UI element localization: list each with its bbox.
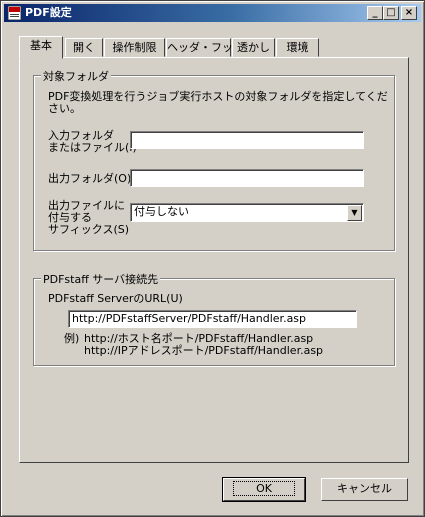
server-group-title: PDFstaff サーバ接続先: [41, 271, 161, 287]
input-folder-field[interactable]: [130, 131, 364, 149]
dialog-window: PDF設定 _ □ × 基本 開く 操作制限 ヘッダ・フッタ 透かし 環境 対象…: [0, 0, 425, 517]
title-bar[interactable]: PDF設定 _ □ ×: [4, 4, 421, 22]
target-folder-description-2: さい。: [48, 102, 81, 115]
output-folder-label: 出力フォルダ(O): [48, 172, 132, 185]
cancel-button[interactable]: キャンセル: [321, 478, 408, 501]
tab-basic[interactable]: 基本: [19, 36, 63, 59]
tab-restrictions[interactable]: 操作制限: [104, 38, 165, 57]
ok-button-label: OK: [233, 481, 295, 496]
tab-watermark[interactable]: 透かし: [232, 38, 275, 57]
maximize-button[interactable]: □: [383, 6, 399, 20]
example-prefix: 例): [64, 332, 80, 345]
close-button[interactable]: ×: [401, 6, 417, 20]
output-folder-field[interactable]: [130, 169, 364, 187]
suffix-select[interactable]: 付与しない ▼: [130, 203, 364, 222]
ok-button[interactable]: OK: [222, 477, 306, 502]
server-group: PDFstaff サーバ接続先 PDFstaff ServerのURL(U) h…: [33, 271, 395, 366]
example-line-2: http://IPアドレスポート/PDFstaff/Handler.asp: [84, 344, 324, 357]
tab-open[interactable]: 開く: [65, 38, 103, 57]
minimize-button[interactable]: _: [367, 6, 383, 20]
target-folder-group: 対象フォルダ PDF変換処理を行うジョブ実行ホストの対象フォルダを指定してくだ …: [33, 68, 395, 251]
chevron-down-icon[interactable]: ▼: [347, 205, 362, 221]
target-folder-description-1: PDF変換処理を行うジョブ実行ホストの対象フォルダを指定してくだ: [48, 90, 388, 103]
server-url-label: PDFstaff ServerのURL(U): [48, 292, 183, 305]
suffix-label-3: サフィックス(S): [48, 223, 130, 236]
tab-panel-basic: 対象フォルダ PDF変換処理を行うジョブ実行ホストの対象フォルダを指定してくだ …: [19, 57, 409, 463]
target-folder-title: 対象フォルダ: [41, 68, 111, 84]
server-url-field[interactable]: http://PDFstaffServer/PDFstaff/Handler.a…: [68, 310, 357, 328]
tab-header-footer[interactable]: ヘッダ・フッタ: [166, 38, 244, 57]
input-folder-label-2: またはファイル(I): [48, 141, 137, 154]
pdf-app-icon: [8, 6, 21, 20]
tab-environment[interactable]: 環境: [276, 38, 319, 57]
window-title: PDF設定: [25, 6, 72, 19]
suffix-selected-value: 付与しない: [134, 205, 189, 218]
